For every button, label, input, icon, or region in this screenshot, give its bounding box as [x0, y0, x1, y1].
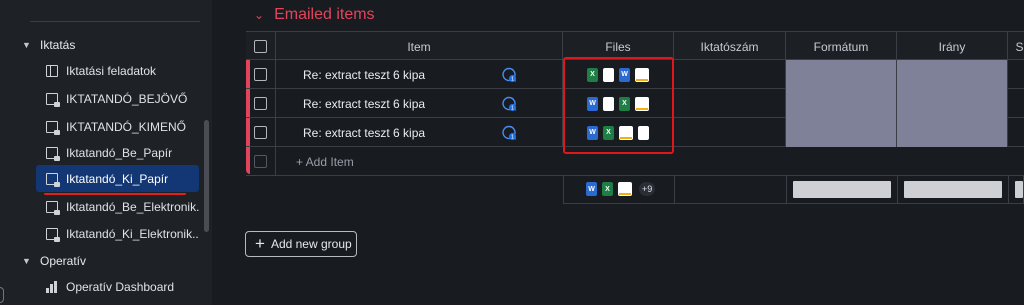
- update-count: 1: [511, 135, 514, 141]
- update-count: 1: [511, 77, 514, 83]
- chevron-down-icon[interactable]: ⌄: [254, 8, 264, 22]
- update-count: 1: [511, 106, 514, 112]
- sidebar-item-label: Iktatandó_Ki_Elektronik...: [66, 226, 199, 241]
- sidebar-section-label: Iktatás: [40, 38, 76, 52]
- item-name-cell[interactable]: Re: extract teszt 6 kipa 1: [276, 118, 563, 147]
- sidebar-item-iktatasi-feladatok[interactable]: Iktatási feladatok: [36, 57, 199, 84]
- row-select-cell[interactable]: [246, 60, 276, 89]
- add-new-group-button[interactable]: + Add new group: [245, 231, 357, 257]
- row-checkbox[interactable]: [254, 126, 267, 139]
- iktatoszam-summary-cell: [675, 175, 787, 203]
- sidebar-section-iktatas[interactable]: ▼ Iktatás: [22, 38, 75, 52]
- image-file-icon[interactable]: [618, 182, 632, 196]
- formatum-cell[interactable]: [786, 118, 897, 147]
- formatum-cell[interactable]: [786, 89, 897, 118]
- formatum-cell[interactable]: [786, 60, 897, 89]
- sidebar-item-label: IKTATANDÓ_KIMENŐ: [66, 119, 187, 134]
- private-board-icon: [46, 227, 60, 242]
- sidebar-item-label: Operatív Dashboard: [66, 279, 175, 294]
- row-select-cell[interactable]: [246, 118, 276, 147]
- group-header[interactable]: ⌄ Emailed items: [254, 6, 375, 24]
- iktatoszam-cell[interactable]: [674, 60, 786, 89]
- sidebar-item-label: IKTATANDÓ_BEJÖVŐ: [66, 91, 188, 106]
- s-cell[interactable]: [1008, 60, 1024, 89]
- sidebar: ▼ Iktatás Iktatási feladatok IKTATANDÓ_B…: [0, 0, 212, 305]
- conversation-icon[interactable]: 1: [501, 125, 517, 141]
- word-file-icon[interactable]: W: [586, 182, 597, 196]
- irany-cell[interactable]: [897, 89, 1008, 118]
- sidebar-item-iktatando-ki-papir[interactable]: Iktatandó_Ki_Papír: [36, 165, 199, 192]
- conversation-icon[interactable]: 1: [501, 67, 517, 83]
- summary-bar: [793, 180, 891, 198]
- iktatoszam-cell[interactable]: [674, 118, 786, 147]
- chevron-down-icon: ▼: [22, 256, 31, 266]
- dashboard-icon: [46, 280, 58, 293]
- iktatoszam-cell[interactable]: [674, 89, 786, 118]
- sidebar-item-label: Iktatandó_Ki_Papír: [66, 171, 169, 186]
- add-new-group-label: Add new group: [270, 237, 352, 251]
- summary-bar: [1015, 180, 1023, 198]
- sidebar-scrollbar[interactable]: [204, 120, 209, 232]
- private-board-icon: [46, 92, 60, 107]
- sidebar-item-label: Iktatási feladatok: [66, 63, 157, 78]
- private-board-icon: [46, 172, 60, 187]
- board-icon: [46, 64, 58, 77]
- irany-summary-cell: [898, 175, 1009, 203]
- row-checkbox[interactable]: [254, 68, 267, 81]
- column-header-s[interactable]: S: [1008, 32, 1024, 61]
- sidebar-item-label: Iktatandó_Be_Elektronik...: [66, 199, 199, 214]
- item-name[interactable]: Re: extract teszt 6 kipa: [303, 126, 425, 140]
- plus-icon: +: [255, 233, 265, 253]
- formatum-summary-cell: [787, 175, 898, 203]
- column-header-formatum[interactable]: Formátum: [786, 32, 897, 61]
- item-name[interactable]: Re: extract teszt 6 kipa: [303, 68, 425, 82]
- column-header-iktatoszam[interactable]: Iktatószám: [674, 32, 786, 61]
- group-title[interactable]: Emailed items: [274, 6, 374, 24]
- add-row-check-cell: [246, 147, 276, 176]
- select-all-checkbox[interactable]: [254, 40, 267, 53]
- irany-cell[interactable]: [897, 60, 1008, 89]
- sidebar-item-label: Iktatandó_Be_Papír: [66, 145, 173, 160]
- row-checkbox[interactable]: [254, 97, 267, 110]
- item-name[interactable]: Re: extract teszt 6 kipa: [303, 97, 425, 111]
- conversation-icon[interactable]: 1: [501, 96, 517, 112]
- sidebar-item-iktatando-be-elektronikus[interactable]: Iktatandó_Be_Elektronik...: [36, 193, 199, 220]
- chevron-down-icon: ▼: [22, 40, 31, 50]
- private-board-icon: [46, 200, 60, 215]
- private-board-icon: [46, 120, 60, 135]
- private-board-icon: [46, 146, 60, 161]
- sidebar-item-iktatando-be-papir[interactable]: Iktatandó_Be_Papír: [36, 139, 199, 166]
- summary-bar: [904, 180, 1002, 198]
- select-all-cell[interactable]: [246, 32, 276, 61]
- table-header: Item Files Iktatószám Formátum Irány S: [246, 31, 1024, 61]
- files-summary-cell[interactable]: W X +9: [564, 175, 675, 203]
- excel-file-icon[interactable]: X: [602, 182, 613, 196]
- files-highlight-box: [563, 57, 674, 154]
- sidebar-item-iktatando-kimeno[interactable]: IKTATANDÓ_KIMENŐ: [36, 113, 199, 140]
- row-select-cell[interactable]: [246, 89, 276, 118]
- row-checkbox: [254, 155, 267, 168]
- sidebar-section-label: Operatív: [40, 254, 87, 268]
- s-summary-cell: [1009, 175, 1024, 203]
- more-files-badge[interactable]: +9: [639, 182, 656, 196]
- item-name-cell[interactable]: Re: extract teszt 6 kipa 1: [276, 89, 563, 118]
- edge-handle: [0, 287, 4, 303]
- column-header-item[interactable]: Item: [276, 32, 563, 61]
- s-cell[interactable]: [1008, 89, 1024, 118]
- item-name-cell[interactable]: Re: extract teszt 6 kipa 1: [276, 60, 563, 89]
- summary-row: W X +9: [563, 175, 1024, 204]
- column-header-irany[interactable]: Irány: [897, 32, 1008, 61]
- s-cell[interactable]: [1008, 118, 1024, 147]
- sidebar-item-iktatando-ki-elektronikus[interactable]: Iktatandó_Ki_Elektronik...: [36, 220, 199, 247]
- sidebar-section-operativ[interactable]: ▼ Operatív: [22, 254, 86, 268]
- irany-cell[interactable]: [897, 118, 1008, 147]
- sidebar-divider: [30, 12, 200, 22]
- sidebar-item-iktatando-bejovo[interactable]: IKTATANDÓ_BEJÖVŐ: [36, 85, 199, 112]
- add-item-input[interactable]: + Add Item: [276, 147, 563, 176]
- sidebar-item-operativ-dashboard[interactable]: Operatív Dashboard: [36, 273, 199, 300]
